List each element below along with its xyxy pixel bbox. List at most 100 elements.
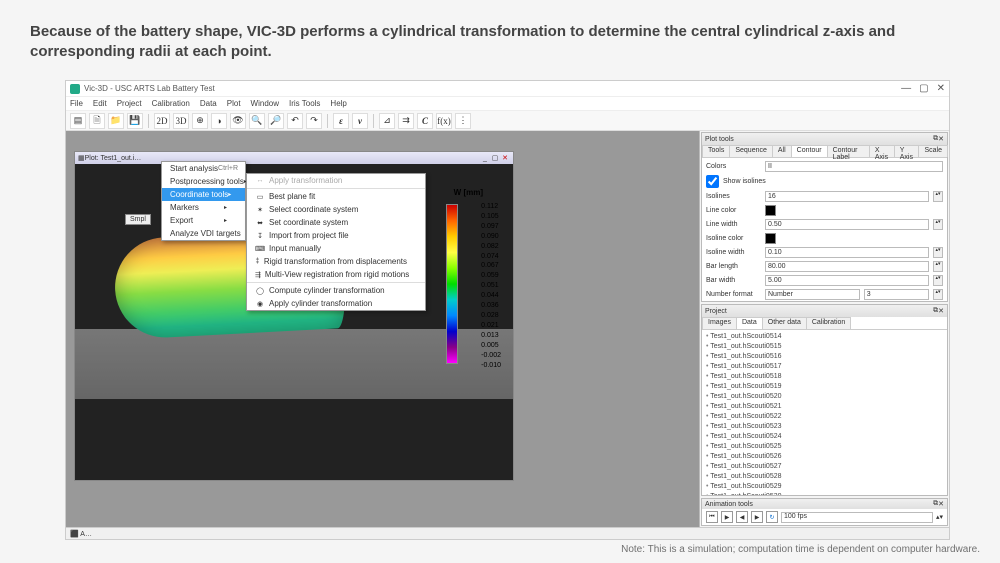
project-close-button[interactable]: ✕ (938, 307, 944, 315)
number-format-select[interactable]: Number (765, 289, 860, 300)
toolbar-button-5[interactable]: 2D (154, 113, 170, 129)
anim-play-button[interactable]: ▶ (721, 511, 733, 523)
project-tab[interactable]: Other data (762, 317, 807, 329)
isolines-input[interactable]: 16 (765, 191, 929, 202)
toolbar-button-19[interactable]: ⇉ (398, 113, 414, 129)
data-menu-item[interactable]: Export▸ (162, 214, 245, 227)
project-file-item[interactable]: Test1_out.hScouti0526 (706, 452, 943, 462)
anim-prev-button[interactable]: ◀ (736, 511, 748, 523)
toolbar-button-12[interactable]: ↶ (287, 113, 303, 129)
line-width-spinner[interactable]: ▴▾ (933, 219, 943, 230)
plot-tools-tab[interactable]: Tools (702, 145, 730, 157)
toolbar-button-21[interactable]: f(x) (436, 113, 452, 129)
plot-tools-tab[interactable]: Contour (791, 145, 828, 157)
coord-submenu-item[interactable]: ◉Apply cylinder transformation (247, 297, 425, 310)
project-file-list[interactable]: Test1_out.hScouti0514Test1_out.hScouti05… (702, 330, 947, 495)
project-file-item[interactable]: Test1_out.hScouti0527 (706, 462, 943, 472)
maximize-button[interactable]: ▢ (919, 83, 928, 94)
project-file-item[interactable]: Test1_out.hScouti0517 (706, 362, 943, 372)
toolbar-button-3[interactable]: 💾 (127, 113, 143, 129)
project-file-item[interactable]: Test1_out.hScouti0516 (706, 352, 943, 362)
coord-submenu-item[interactable]: ◯Compute cylinder transformation (247, 284, 425, 297)
plot-tools-tab[interactable]: Scale (918, 145, 948, 157)
plot-tools-tab[interactable]: Y Axis (894, 145, 920, 157)
bar-length-spinner[interactable]: ▴▾ (933, 261, 943, 272)
menu-calibration[interactable]: Calibration (152, 99, 190, 108)
menu-iris-tools[interactable]: Iris Tools (289, 99, 320, 108)
isolines-spinner[interactable]: ▴▾ (933, 191, 943, 202)
plot-tools-close-button[interactable]: ✕ (938, 135, 944, 143)
coord-submenu-item[interactable]: ▭Best plane fit (247, 190, 425, 203)
anim-fps-spinner[interactable]: ▴▾ (936, 513, 943, 521)
menu-file[interactable]: File (70, 99, 83, 108)
colors-select[interactable]: II (765, 161, 943, 172)
minimize-button[interactable]: — (901, 83, 911, 94)
project-file-item[interactable]: Test1_out.hScouti0519 (706, 382, 943, 392)
coord-submenu-item[interactable]: ↔Apply transformation (247, 174, 425, 187)
plot-close-button[interactable]: ✕ (500, 154, 510, 162)
toolbar-button-9[interactable]: 👁 (230, 113, 246, 129)
project-tab[interactable]: Data (736, 317, 763, 329)
isoline-width-spinner[interactable]: ▴▾ (933, 247, 943, 258)
bar-length-input[interactable]: 80.00 (765, 261, 929, 272)
menu-plot[interactable]: Plot (227, 99, 241, 108)
menu-edit[interactable]: Edit (93, 99, 107, 108)
plot-tools-tab[interactable]: Contour Label (827, 145, 870, 157)
anim-loop-button[interactable]: ↻ (766, 511, 778, 523)
project-tab[interactable]: Calibration (806, 317, 851, 329)
toolbar-button-15[interactable]: ε (333, 113, 349, 129)
project-file-item[interactable]: Test1_out.hScouti0524 (706, 432, 943, 442)
number-precision-input[interactable]: 3 (864, 289, 929, 300)
coord-submenu-item[interactable]: ‡Rigid transformation from displacements (247, 255, 425, 268)
coord-submenu-item[interactable]: ✶Select coordinate system (247, 203, 425, 216)
project-file-item[interactable]: Test1_out.hScouti0525 (706, 442, 943, 452)
isoline-color-swatch[interactable] (765, 233, 776, 244)
coord-submenu-item[interactable]: ⬌Set coordinate system (247, 216, 425, 229)
data-menu-item[interactable]: Postprocessing tools▸ (162, 175, 245, 188)
project-file-item[interactable]: Test1_out.hScouti0514 (706, 332, 943, 342)
sample-button[interactable]: Smpl (125, 214, 151, 225)
toolbar-button-18[interactable]: ⊿ (379, 113, 395, 129)
toolbar-button-7[interactable]: ⊕ (192, 113, 208, 129)
line-color-swatch[interactable] (765, 205, 776, 216)
project-file-item[interactable]: Test1_out.hScouti0522 (706, 412, 943, 422)
toolbar-button-6[interactable]: 3D (173, 113, 189, 129)
toolbar-button-10[interactable]: 🔍 (249, 113, 265, 129)
plot-max-button[interactable]: ▢ (490, 154, 500, 162)
project-file-item[interactable]: Test1_out.hScouti0529 (706, 482, 943, 492)
toolbar-button-22[interactable]: ⋮ (455, 113, 471, 129)
project-file-item[interactable]: Test1_out.hScouti0515 (706, 342, 943, 352)
toolbar-button-2[interactable]: 📁 (108, 113, 124, 129)
project-file-item[interactable]: Test1_out.hScouti0521 (706, 402, 943, 412)
menu-help[interactable]: Help (330, 99, 346, 108)
data-menu-item[interactable]: Coordinate tools▸ (162, 188, 245, 201)
project-file-item[interactable]: Test1_out.hScouti0523 (706, 422, 943, 432)
menu-window[interactable]: Window (251, 99, 279, 108)
anim-next-button[interactable]: ▶ (751, 511, 763, 523)
plot-tools-tab[interactable]: All (772, 145, 792, 157)
data-menu-item[interactable]: Start analysisCtrl+R (162, 162, 245, 175)
coord-submenu-item[interactable]: ↧Import from project file (247, 229, 425, 242)
toolbar-button-13[interactable]: ↷ (306, 113, 322, 129)
project-file-item[interactable]: Test1_out.hScouti0530 (706, 492, 943, 495)
toolbar-button-20[interactable]: C (417, 113, 433, 129)
project-file-item[interactable]: Test1_out.hScouti0528 (706, 472, 943, 482)
isoline-width-input[interactable]: 0.10 (765, 247, 929, 258)
menu-project[interactable]: Project (117, 99, 142, 108)
toolbar-button-8[interactable]: ◑ (211, 113, 227, 129)
anim-first-button[interactable]: ⏮ (706, 511, 718, 523)
bar-width-spinner[interactable]: ▴▾ (933, 275, 943, 286)
number-precision-spinner[interactable]: ▴▾ (933, 289, 943, 300)
show-isolines-checkbox[interactable] (706, 175, 719, 188)
coord-submenu-item[interactable]: ⇶Multi-View registration from rigid moti… (247, 268, 425, 281)
menu-data[interactable]: Data (200, 99, 217, 108)
project-tab[interactable]: Images (702, 317, 737, 329)
toolbar-button-1[interactable]: 🗎 (89, 113, 105, 129)
toolbar-button-16[interactable]: ν (352, 113, 368, 129)
plot-min-button[interactable]: _ (480, 155, 490, 162)
data-menu-item[interactable]: Analyze VDI targets (162, 227, 245, 240)
data-menu-item[interactable]: Markers▸ (162, 201, 245, 214)
bar-width-input[interactable]: 5.00 (765, 275, 929, 286)
project-file-item[interactable]: Test1_out.hScouti0518 (706, 372, 943, 382)
line-width-input[interactable]: 0.50 (765, 219, 929, 230)
